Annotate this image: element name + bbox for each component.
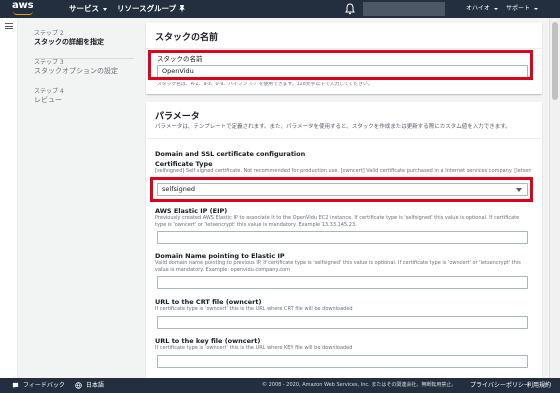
feedback-link[interactable]: フィードバック: [23, 378, 65, 393]
key-url-description: If certificate type is 'owncert' this is…: [155, 345, 353, 351]
terms-link[interactable]: 利用規約: [527, 378, 551, 393]
privacy-policy-link[interactable]: プライバシーポリシー: [470, 378, 530, 393]
wizard-steps: ステップ 2 スタックの詳細を指定 ステップ 3 スタックオプションの設定 ステ…: [34, 30, 134, 117]
resource-groups-label: リソースグループ: [117, 4, 177, 13]
bell-icon[interactable]: [345, 3, 355, 15]
region-menu[interactable]: オハイオ: [466, 3, 498, 15]
globe-icon: [75, 382, 82, 389]
parameters-panel: パラメータ パラメータは、テンプレートで定義されます。また、パラメータを使用する…: [146, 102, 542, 392]
support-label: サポート: [506, 5, 531, 12]
highlight-box: [148, 50, 533, 80]
elastic-ip-input[interactable]: [157, 231, 528, 244]
stack-name-hint: スタック名は、A-Z、a-z、0-9、ハイフン（-）を使用できます。128文字以…: [157, 82, 373, 87]
language-selector[interactable]: 日本語: [86, 378, 104, 393]
key-url-label: URL to the key file (owncert): [155, 337, 261, 345]
crt-url-input[interactable]: [157, 316, 528, 329]
aws-logo-text: aws: [12, 0, 34, 11]
crt-url-label: URL to the CRT file (owncert): [155, 298, 262, 306]
step-divider: [34, 58, 134, 59]
step-number: ステップ 2: [34, 30, 64, 37]
chevron-down-icon: [103, 7, 107, 11]
top-navigation: aws サービス リソースグループ オハイオ サポート: [0, 0, 560, 18]
key-url-input[interactable]: [157, 355, 528, 368]
resource-groups-menu[interactable]: リソースグループ: [117, 3, 185, 15]
services-label: サービス: [69, 4, 99, 13]
highlight-box: [150, 177, 533, 202]
step-item[interactable]: ステップ 3 スタックオプションの設定: [34, 59, 134, 76]
domain-name-label: Domain Name pointing to Elastic IP: [155, 252, 285, 260]
pin-icon[interactable]: [177, 4, 187, 14]
cert-type-label: Certificate Type: [155, 160, 213, 168]
section-title: Domain and SSL certificate configuration: [155, 150, 306, 158]
step-title: スタックオプションの設定: [34, 67, 118, 75]
domain-name-input[interactable]: [157, 276, 528, 289]
elastic-ip-label: AWS Elastic IP (EIP): [155, 207, 228, 215]
account-menu[interactable]: [363, 2, 445, 16]
step-title: レビュー: [34, 96, 62, 104]
support-menu[interactable]: サポート: [506, 3, 539, 15]
step-number: ステップ 3: [34, 59, 64, 66]
panel-divider: [146, 48, 542, 49]
domain-name-description: Valid domain name pointing to previous I…: [155, 260, 521, 273]
elastic-ip-description: Previously created AWS Elastic IP to ass…: [155, 215, 520, 228]
copyright-text: © 2008 - 2020, Amazon Web Services, Inc.…: [262, 382, 457, 388]
cert-type-description: [selfsigned] Self signed certificate. No…: [155, 168, 531, 174]
step-item: ステップ 2 スタックの詳細を指定: [34, 30, 134, 47]
parameters-description: パラメータは、テンプレートで定義されます。また、パラメータを使用すると、スタック…: [155, 124, 511, 130]
services-menu[interactable]: サービス: [69, 3, 107, 15]
aws-logo[interactable]: aws: [12, 1, 42, 17]
stack-name-panel-title: スタックの名前: [155, 33, 219, 43]
side-rail: [0, 18, 18, 378]
hamburger-menu-icon[interactable]: [5, 23, 13, 29]
crt-url-description: If certificate type is 'owncert' this is…: [155, 306, 353, 312]
parameters-panel-title: パラメータ: [155, 112, 200, 122]
page-scrollbar[interactable]: [549, 18, 560, 378]
footer: フィードバック 日本語 © 2008 - 2020, Amazon Web Se…: [0, 378, 560, 393]
speech-bubble-icon: [12, 382, 19, 389]
panel-divider: [146, 138, 542, 139]
chevron-down-icon: [534, 7, 539, 10]
step-number: ステップ 4: [34, 88, 64, 95]
aws-smile-icon: [13, 11, 33, 15]
scrollbar-thumb[interactable]: [552, 22, 558, 100]
stack-name-panel: スタックの名前 スタックの名前 OpenVidu スタック名は、A-Z、a-z、…: [146, 23, 542, 94]
chevron-down-icon: [493, 7, 498, 10]
step-title: スタックの詳細を指定: [34, 38, 104, 46]
step-item[interactable]: ステップ 4 レビュー: [34, 88, 134, 105]
region-label: オハイオ: [466, 5, 490, 12]
